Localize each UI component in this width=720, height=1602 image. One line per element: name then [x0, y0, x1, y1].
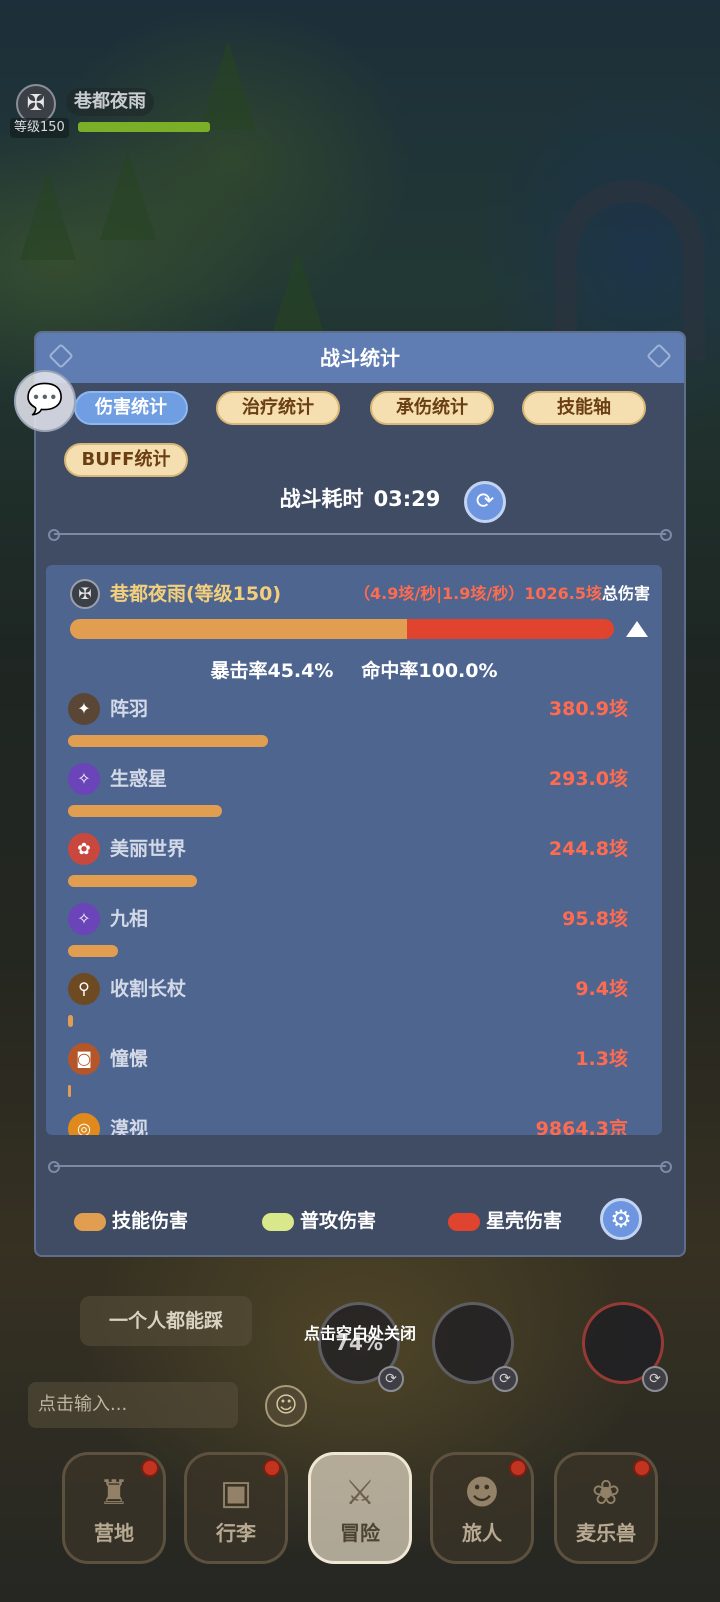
crit-rate: 暴击率45.4% — [210, 660, 334, 682]
skill-damage-value: 9864.3京 — [535, 1118, 628, 1135]
tap-to-close-hint: 点击空白处关闭 — [303, 1324, 416, 1343]
notification-badge — [263, 1459, 281, 1477]
legend-swatch — [448, 1213, 480, 1231]
skill-row: ✦ 阵羽 380.9垓 — [68, 693, 628, 753]
entry-player-name: 巷都夜雨(等级150) — [110, 583, 282, 605]
skill-damage-value: 380.9垓 — [548, 698, 628, 720]
skill-damage-bar — [68, 1015, 73, 1027]
skill-damage-bar — [68, 735, 268, 747]
skill-row: ◙ 憧憬 1.3垓 — [68, 1043, 628, 1103]
traveler-icon: ☻ — [464, 1473, 500, 1513]
nav-luggage[interactable]: ▣ 行李 — [184, 1452, 288, 1564]
skill-row: ⚲ 收割长杖 9.4垓 — [68, 973, 628, 1033]
ornamental-divider — [48, 529, 672, 541]
rate-summary: 暴击率45.4% 命中率100.0% — [46, 657, 662, 685]
emoji-icon[interactable]: ☺ — [265, 1385, 307, 1427]
nav-label: 营地 — [94, 1521, 134, 1545]
guild-emblem-icon: ✠ — [70, 579, 100, 609]
collapse-triangle-icon[interactable] — [626, 621, 648, 637]
castle-icon: ♜ — [98, 1473, 130, 1513]
staff-icon: ⚲ — [68, 973, 100, 1005]
notification-badge — [141, 1459, 159, 1477]
skill-row: ✧ 九相 95.8垓 — [68, 903, 628, 963]
refresh-icon[interactable]: ⟳ — [464, 481, 506, 523]
chat-bubble-icon[interactable]: 💬 — [14, 370, 76, 432]
total-damage-label: 总伤害 — [601, 584, 650, 603]
damage-summary: （4.9垓/秒|1.9垓/秒）1026.5垓总伤害 — [354, 583, 650, 605]
nav-adventure[interactable]: ⚔ 冒险 — [308, 1452, 412, 1564]
sun-ring-icon: ◎ — [68, 1113, 100, 1135]
dark-bird-icon: ✦ — [68, 693, 100, 725]
hit-rate: 命中率100.0% — [361, 660, 498, 682]
tab-healing-stats[interactable]: 治疗统计 — [216, 391, 340, 425]
skill-name: 憧憬 — [110, 1048, 149, 1070]
player-name: 巷都夜雨 — [66, 88, 154, 116]
swap-icon[interactable]: ⟳ — [378, 1366, 404, 1392]
tab-buff-stats[interactable]: BUFF统计 — [64, 443, 188, 477]
legend-swatch — [74, 1213, 106, 1231]
duration-value: 03:29 — [373, 487, 441, 511]
nav-camp[interactable]: ♜ 营地 — [62, 1452, 166, 1564]
skill-damage-bar — [68, 875, 197, 887]
skill-damage-value: 293.0垓 — [548, 768, 628, 790]
nav-label: 行李 — [216, 1521, 256, 1545]
total-damage-bar — [70, 619, 614, 639]
skill-name: 九相 — [110, 908, 149, 930]
skill-damage-value: 9.4垓 — [575, 978, 628, 1000]
purple-wing-icon: ✧ — [68, 903, 100, 935]
legend-swatch — [262, 1213, 294, 1231]
purple-wing-icon: ✧ — [68, 763, 100, 795]
ornamental-divider — [48, 1161, 672, 1173]
skill-damage-value: 1.3垓 — [575, 1048, 628, 1070]
damage-stats-panel[interactable]: ✠ 巷都夜雨(等级150) （4.9垓/秒|1.9垓/秒）1026.5垓总伤害 … — [46, 565, 662, 1135]
skill-damage-fill — [70, 619, 407, 639]
chest-icon: ◙ — [68, 1043, 100, 1075]
notification-badge — [633, 1459, 651, 1477]
nav-label: 冒险 — [340, 1521, 380, 1545]
notification-badge — [509, 1459, 527, 1477]
legend-label: 普攻伤害 — [300, 1210, 377, 1232]
skill-row: ✧ 生惑星 293.0垓 — [68, 763, 628, 823]
gear-icon[interactable]: ⚙ — [600, 1198, 642, 1240]
skill-name: 漠视 — [110, 1118, 149, 1135]
swap-icon[interactable]: ⟳ — [642, 1366, 668, 1392]
skill-damage-bar — [68, 945, 118, 957]
legend-label: 星壳伤害 — [486, 1210, 563, 1232]
swap-icon[interactable]: ⟳ — [492, 1366, 518, 1392]
skill-row: ◎ 漠视 9864.3京 — [68, 1113, 628, 1135]
battle-duration: 战斗耗时 03:29 — [36, 483, 684, 515]
skill-damage-bar — [68, 1085, 71, 1097]
skill-name: 美丽世界 — [110, 838, 187, 860]
red-flower-icon: ✿ — [68, 833, 100, 865]
dps-and-total-damage: （4.9垓/秒|1.9垓/秒）1026.5垓 — [354, 584, 602, 603]
skill-damage-bar — [68, 805, 222, 817]
battle-stats-dialog: 战斗统计 伤害统计 治疗统计 承伤统计 技能轴 BUFF统计 战斗耗时 03:29… — [34, 331, 686, 1257]
skill-name: 阵羽 — [110, 698, 149, 720]
legend-label: 技能伤害 — [112, 1210, 189, 1232]
player-health-bar — [78, 122, 210, 132]
player-level: 等级150 — [10, 118, 69, 138]
beast-icon: ❀ — [591, 1473, 621, 1513]
duration-label: 战斗耗时 — [279, 487, 364, 511]
chat-input[interactable]: 点击输入... — [28, 1382, 238, 1428]
nav-label: 麦乐兽 — [576, 1521, 636, 1545]
player-damage-summary: ✠ 巷都夜雨(等级150) （4.9垓/秒|1.9垓/秒）1026.5垓总伤害 — [70, 579, 650, 609]
dialog-title: 战斗统计 — [36, 333, 684, 383]
skill-damage-value: 95.8垓 — [562, 908, 628, 930]
tab-damage-stats[interactable]: 伤害统计 — [74, 391, 188, 425]
nav-label: 旅人 — [462, 1521, 502, 1545]
skill-damage-value: 244.8垓 — [548, 838, 628, 860]
nav-traveler[interactable]: ☻ 旅人 — [430, 1452, 534, 1564]
backpack-icon: ▣ — [219, 1473, 253, 1513]
nav-beast[interactable]: ❀ 麦乐兽 — [554, 1452, 658, 1564]
skill-name: 收割长杖 — [110, 978, 187, 1000]
skill-name: 生惑星 — [110, 768, 168, 790]
tab-damage-taken-stats[interactable]: 承伤统计 — [370, 391, 494, 425]
player-nameplate: ✠ 巷都夜雨 等级150 — [10, 82, 210, 138]
tab-skill-timeline[interactable]: 技能轴 — [522, 391, 646, 425]
skill-row: ✿ 美丽世界 244.8垓 — [68, 833, 628, 893]
crossed-swords-icon: ⚔ — [344, 1473, 376, 1513]
